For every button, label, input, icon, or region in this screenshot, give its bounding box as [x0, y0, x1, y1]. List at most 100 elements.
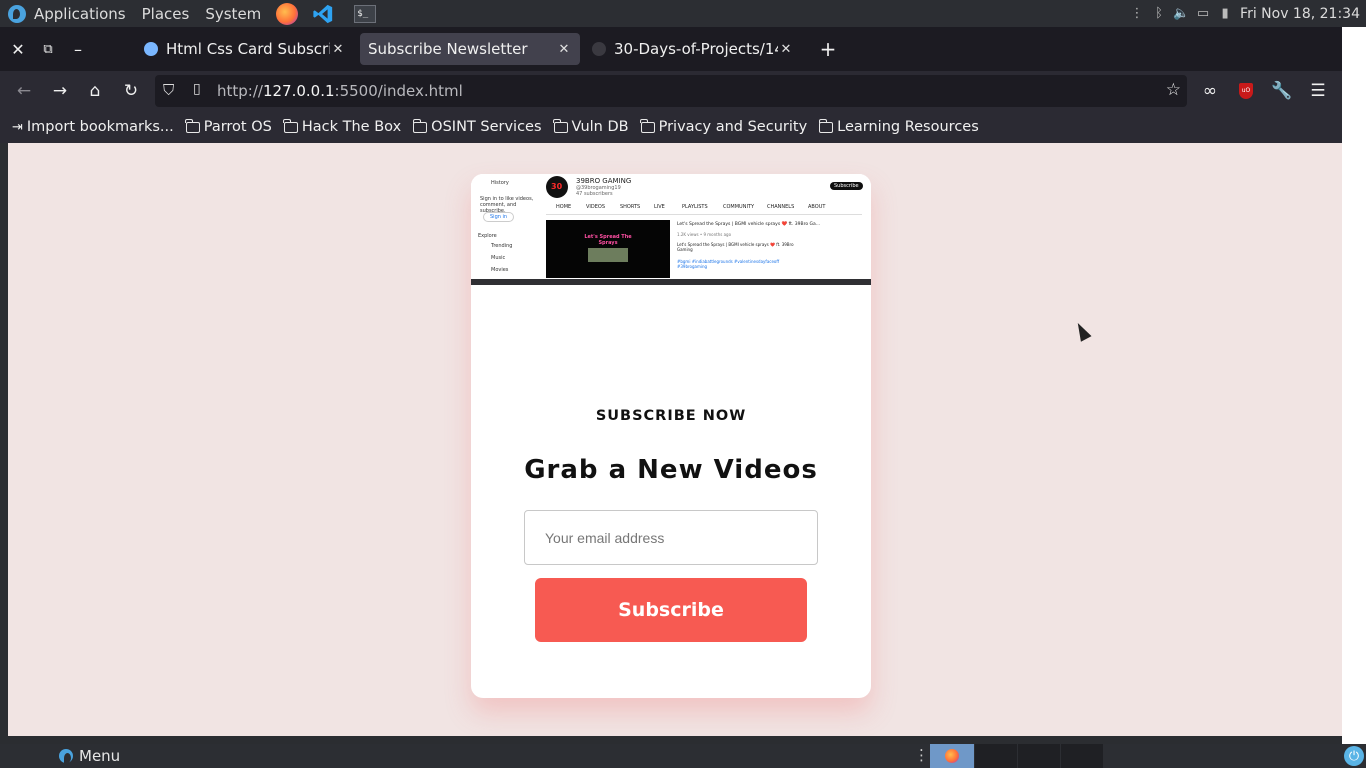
thumb-game-scene: [588, 248, 628, 262]
bottom-menu-label: Menu: [79, 747, 121, 765]
yt-tab: COMMUNITY: [723, 204, 755, 210]
channel-avatar: 30: [546, 176, 568, 198]
url-text[interactable]: http://127.0.0.1:5500/index.html: [217, 82, 463, 100]
bookmark-folder-hack-the-box[interactable]: Hack The Box: [283, 118, 402, 135]
tab-title: Html Css Card Subscribe |: [166, 40, 330, 58]
page-info-icon[interactable]: ▯: [193, 81, 201, 97]
hamburger-menu-icon[interactable]: ☰: [1306, 79, 1330, 103]
yt-nav-tabs: HOME VIDEOS SHORTS LIVE PLAYLISTS COMMUN…: [546, 204, 862, 215]
import-icon: ⇥: [12, 119, 23, 135]
display-icon[interactable]: ▭: [1196, 6, 1210, 22]
yt-tab: CHANNELS: [767, 204, 795, 210]
more-vertical-icon[interactable]: ⋮: [1130, 6, 1144, 22]
places-menu-label: Places: [141, 4, 190, 23]
clock[interactable]: Fri Nov 18, 21:34: [1240, 6, 1360, 22]
yt-tab: HOME: [556, 204, 572, 210]
applications-menu[interactable]: Applications: [0, 0, 134, 27]
folder-icon: [553, 118, 568, 133]
tab-title: Subscribe Newsletter: [368, 40, 528, 58]
parrot-logo-icon: [8, 4, 26, 23]
video-tags: #bgmi #indiabattlegrounds #valentinesday…: [677, 259, 780, 269]
window-restore-button[interactable]: ⧉: [33, 27, 63, 71]
subscribe-button[interactable]: Subscribe: [535, 578, 807, 642]
bookmark-label: Vuln DB: [571, 119, 629, 135]
firefox-icon: [276, 2, 299, 25]
folder-icon: [412, 118, 428, 133]
bookmark-import[interactable]: ⇥ Import bookmarks...: [12, 119, 174, 135]
forward-button[interactable]: →: [48, 79, 72, 103]
thumb-caption: Let's Spread The Sprays: [584, 234, 632, 246]
system-menu-label: System: [205, 4, 262, 23]
private-mask-icon[interactable]: ∞: [1198, 79, 1222, 103]
tab-30-days-of-projects[interactable]: 30-Days-of-Projects/14_ ✕: [584, 33, 802, 65]
workspace-3[interactable]: [1018, 744, 1060, 768]
yt-trending-item: Trending: [491, 243, 513, 249]
video-meta: 1.2K views • 9 months ago: [677, 232, 732, 237]
system-top-panel: Applications Places System $_ ⋮ ᛒ 🔈 ▭ ▮ …: [0, 0, 1366, 27]
yt-channel-page: 30 39BRO GAMING @39brogaming19 47 subscr…: [546, 174, 863, 279]
bookmark-label: Import bookmarks...: [26, 119, 174, 135]
tab-subscribe-newsletter[interactable]: Subscribe Newsletter ✕: [360, 33, 580, 65]
terminal-launcher[interactable]: $_: [353, 2, 377, 26]
taskbar-firefox-window[interactable]: [930, 744, 974, 768]
bookmark-label: Learning Resources: [837, 119, 979, 135]
close-tab-icon[interactable]: ✕: [778, 42, 794, 57]
yt-tab: PLAYLISTS: [682, 204, 708, 210]
new-tab-button[interactable]: +: [816, 33, 840, 65]
power-icon[interactable]: ⏻: [1344, 746, 1364, 766]
reload-button[interactable]: ↻: [119, 79, 143, 103]
bookmark-label: Privacy and Security: [658, 119, 808, 135]
panel-handle-icon[interactable]: ⋮: [914, 746, 929, 764]
volume-icon[interactable]: 🔈: [1173, 6, 1189, 22]
system-bottom-panel: Menu ⋮ ⏻: [0, 744, 1366, 768]
home-button[interactable]: ⌂: [83, 79, 107, 103]
bookmark-label: Hack The Box: [301, 119, 402, 135]
card-headline: Grab a New Videos: [524, 455, 818, 485]
vscode-icon: [313, 4, 333, 23]
back-button[interactable]: ←: [12, 79, 36, 103]
vscode-launcher[interactable]: [311, 2, 335, 26]
folder-icon: [818, 118, 834, 133]
battery-icon[interactable]: ▮: [1218, 6, 1232, 22]
firefox-launcher[interactable]: [275, 2, 299, 26]
tracking-shield-icon[interactable]: ⛉: [163, 81, 174, 99]
wrench-icon[interactable]: 🔧: [1270, 79, 1294, 103]
page-viewport: History Sign in to like videos, comment,…: [8, 143, 1334, 736]
yt-sidebar: History Sign in to like videos, comment,…: [471, 174, 543, 279]
yt-subscribe-pill: Subscribe: [830, 182, 863, 190]
workspace-2[interactable]: [975, 744, 1017, 768]
bookmark-folder-vuln-db[interactable]: Vuln DB: [553, 118, 629, 135]
yt-tab: VIDEOS: [586, 204, 606, 210]
bookmark-folder-privacy[interactable]: Privacy and Security: [640, 118, 808, 135]
yt-music-item: Music: [491, 255, 506, 261]
tab-title: 30-Days-of-Projects/14_: [614, 40, 778, 58]
bookmark-folder-osint[interactable]: OSINT Services: [412, 118, 542, 135]
channel-subscribers: 47 subscribers: [576, 191, 613, 197]
ublock-icon[interactable]: uO: [1234, 79, 1258, 103]
bookmark-folder-learning[interactable]: Learning Resources: [818, 118, 979, 135]
system-menu[interactable]: System: [197, 0, 269, 27]
card-image: History Sign in to like videos, comment,…: [471, 174, 871, 285]
yt-history-item: History: [491, 180, 509, 186]
yt-tab: SHORTS: [620, 204, 641, 210]
places-menu[interactable]: Places: [134, 0, 198, 27]
tab-html-css-card[interactable]: Html Css Card Subscribe | ✕: [136, 33, 354, 65]
folder-icon: [640, 118, 655, 133]
terminal-icon: $_: [354, 4, 377, 23]
url-bar[interactable]: ⛉ ▯ http://127.0.0.1:5500/index.html ☆: [155, 75, 1187, 107]
bluetooth-icon[interactable]: ᛒ: [1152, 6, 1166, 22]
bottom-menu-button[interactable]: Menu: [59, 747, 120, 765]
window-minimize-button[interactable]: –: [63, 27, 93, 71]
bookmark-folder-parrot-os[interactable]: Parrot OS: [185, 118, 272, 135]
eyebrow-text: SUBSCRIBE NOW: [595, 408, 747, 424]
email-input[interactable]: [524, 510, 818, 565]
bookmark-label: OSINT Services: [431, 119, 542, 135]
applications-menu-label: Applications: [34, 4, 126, 23]
close-tab-icon[interactable]: ✕: [330, 42, 346, 57]
window-close-button[interactable]: ✕: [3, 27, 33, 71]
url-rest: :5500/index.html: [334, 82, 463, 100]
workspace-4[interactable]: [1061, 744, 1103, 768]
close-tab-icon[interactable]: ✕: [556, 42, 572, 57]
url-host: 127.0.0.1: [262, 82, 335, 100]
bookmark-star-icon[interactable]: ☆: [1166, 80, 1181, 100]
